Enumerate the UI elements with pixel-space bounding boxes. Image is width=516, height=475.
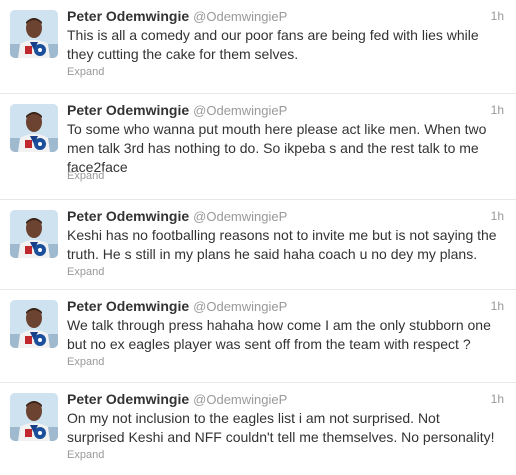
tweet-text: Keshi has no footballing reasons not to … xyxy=(67,226,509,264)
tweet-header: Peter Odemwingie @OdemwingieP 1h xyxy=(67,8,504,26)
tweet-text-line: On my not inclusion to the eagles list i… xyxy=(67,410,440,426)
avatar-photo xyxy=(10,104,58,152)
avatar[interactable] xyxy=(10,104,58,152)
tweet-timestamp[interactable]: 1h xyxy=(491,299,504,313)
user-handle[interactable]: @OdemwingieP xyxy=(193,209,287,224)
avatar[interactable] xyxy=(10,300,58,348)
tweet[interactable]: Peter Odemwingie @OdemwingieP 1h This is al… xyxy=(0,0,516,94)
tweet[interactable]: Peter Odemwingie @OdemwingieP 1h Keshi has … xyxy=(0,200,516,290)
tweet-text-line: This is all a comedy and our poor fans a… xyxy=(67,27,479,43)
tweet-text-line: face2face xyxy=(67,159,128,175)
tweet-text-line: We talk through press hahaha how come I … xyxy=(67,317,491,333)
avatar-photo xyxy=(10,300,58,348)
tweet-header: Peter Odemwingie @OdemwingieP 1h xyxy=(67,391,504,409)
user-fullname[interactable]: Peter Odemwingie xyxy=(67,391,189,407)
user-handle[interactable]: @OdemwingieP xyxy=(193,299,287,314)
avatar[interactable] xyxy=(10,210,58,258)
tweet-timestamp[interactable]: 1h xyxy=(491,103,504,117)
tweet-header: Peter Odemwingie @OdemwingieP 1h xyxy=(67,102,504,120)
expand-link[interactable]: Expand xyxy=(67,66,104,78)
avatar[interactable] xyxy=(10,393,58,441)
tweet[interactable]: Peter Odemwingie @OdemwingieP 1h To some wh… xyxy=(0,94,516,200)
avatar-photo xyxy=(10,393,58,441)
tweet-text-line: Keshi has no footballing reasons not to … xyxy=(67,227,497,243)
user-fullname[interactable]: Peter Odemwingie xyxy=(67,102,189,118)
expand-link[interactable]: Expand xyxy=(67,170,104,182)
tweet-timestamp[interactable]: 1h xyxy=(491,209,504,223)
user-handle[interactable]: @OdemwingieP xyxy=(193,9,287,24)
tweet-text: We talk through press hahaha how come I … xyxy=(67,316,509,354)
user-fullname[interactable]: Peter Odemwingie xyxy=(67,208,189,224)
tweet-timestamp[interactable]: 1h xyxy=(491,9,504,23)
tweet-text-line: but no ex eagles player was sent off fro… xyxy=(67,336,471,352)
user-fullname[interactable]: Peter Odemwingie xyxy=(67,8,189,24)
avatar[interactable] xyxy=(10,10,58,58)
tweet-header: Peter Odemwingie @OdemwingieP 1h xyxy=(67,208,504,226)
tweet-text-line: truth. He s still in my plans he said ha… xyxy=(67,246,478,262)
tweet-text-line: men talk 3rd has nothing to do. So ikpeb… xyxy=(67,140,479,156)
tweet-timestamp[interactable]: 1h xyxy=(491,392,504,406)
tweet-header: Peter Odemwingie @OdemwingieP 1h xyxy=(67,298,504,316)
tweet[interactable]: Peter Odemwingie @OdemwingieP 1h On my not … xyxy=(0,383,516,475)
tweet-text-line: surprised Keshi and NFF couldn't tell me… xyxy=(67,429,495,445)
user-handle[interactable]: @OdemwingieP xyxy=(193,392,287,407)
avatar-photo xyxy=(10,210,58,258)
tweet-feed: Peter Odemwingie @OdemwingieP 1h This is al… xyxy=(0,0,516,475)
avatar-photo xyxy=(10,10,58,58)
tweet-text-line: they cutting the cake for them selves. xyxy=(67,46,299,62)
tweet-text: On my not inclusion to the eagles list i… xyxy=(67,409,509,447)
tweet-text-line: To some who wanna put mouth here please … xyxy=(67,121,487,137)
expand-link[interactable]: Expand xyxy=(67,266,104,278)
user-fullname[interactable]: Peter Odemwingie xyxy=(67,298,189,314)
tweet-text: To some who wanna put mouth here please … xyxy=(67,120,509,177)
user-handle[interactable]: @OdemwingieP xyxy=(193,103,287,118)
tweet[interactable]: Peter Odemwingie @OdemwingieP 1h We talk th… xyxy=(0,290,516,383)
tweet-text: This is all a comedy and our poor fans a… xyxy=(67,26,509,64)
expand-link[interactable]: Expand xyxy=(67,356,104,368)
expand-link[interactable]: Expand xyxy=(67,449,104,461)
